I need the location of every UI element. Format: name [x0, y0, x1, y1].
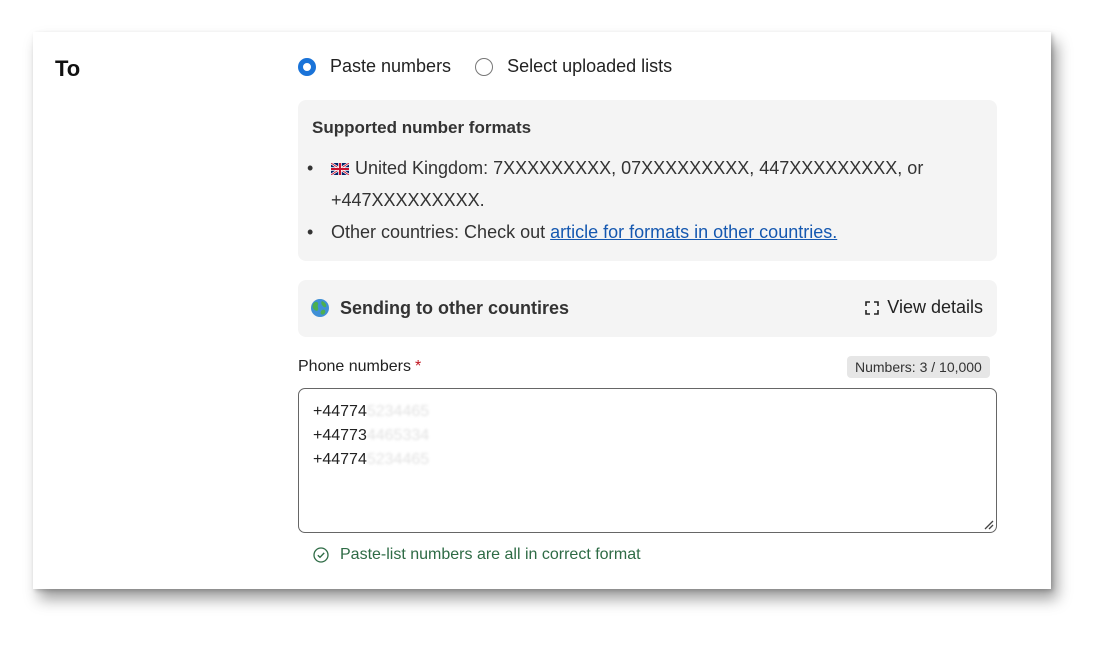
sending-other-countries-label: Sending to other countires [340, 298, 570, 318]
globe-icon [311, 299, 329, 317]
other-countries-item: Other countries: Check out article for f… [331, 216, 837, 248]
view-details-button[interactable]: View details [864, 297, 983, 318]
paste-numbers-radio[interactable] [298, 57, 316, 76]
bullet-dot: • [307, 222, 314, 242]
formats-title: Supported number formats [312, 118, 532, 137]
supported-formats-panel: Supported number formats • United Kingdo… [298, 100, 997, 261]
phone-numbers-textarea[interactable]: +447745234465 +447734465334 +44774523446… [298, 388, 997, 533]
recipients-card: To Paste numbers Select uploaded lists S… [33, 32, 1051, 589]
other-countries-text: Other countries: Check out [331, 222, 551, 242]
uk-format-item: United Kingdom: 7XXXXXXXXX, 07XXXXXXXXX,… [331, 152, 923, 184]
numbers-count-badge: Numbers: 3 / 10,000 [847, 356, 990, 378]
phone-number-redacted: 4465334 [366, 427, 430, 444]
uk-flag-icon [331, 163, 349, 175]
view-details-label[interactable]: View details [887, 297, 983, 318]
uploaded-lists-label[interactable]: Select uploaded lists [507, 56, 672, 77]
phone-number-visible: +44774 [313, 403, 367, 420]
required-marker: * [414, 358, 422, 375]
bullet-dot: • [307, 158, 314, 178]
uk-format-line2: +447XXXXXXXXX. [331, 190, 485, 210]
validation-message: Paste-list numbers are all in correct fo… [340, 546, 641, 563]
phone-numbers-label: Phone numbers * [298, 358, 421, 376]
expand-icon [865, 300, 880, 315]
resize-handle-icon[interactable] [982, 518, 994, 530]
phone-number-visible: +44773 [313, 427, 367, 444]
validation-status: Paste-list numbers are all in correct fo… [313, 546, 641, 564]
phone-number-line: +447745234465 [313, 448, 982, 472]
sending-other-countries-panel[interactable]: Sending to other countires View details [298, 280, 997, 337]
paste-numbers-option[interactable]: Paste numbers [298, 56, 451, 77]
phone-number-redacted: 5234465 [366, 451, 430, 468]
uploaded-lists-radio[interactable] [475, 57, 494, 76]
paste-numbers-label[interactable]: Paste numbers [330, 56, 451, 77]
uk-format-line1: United Kingdom: 7XXXXXXXXX, 07XXXXXXXXX,… [355, 158, 924, 178]
phone-number-redacted: 5234465 [366, 403, 430, 420]
uploaded-lists-option[interactable]: Select uploaded lists [475, 56, 672, 77]
phone-numbers-label-text: Phone numbers [298, 358, 411, 375]
formats-article-link[interactable]: article for formats in other countries. [550, 222, 837, 242]
phone-number-visible: +44774 [313, 451, 367, 468]
recipient-mode-group: Paste numbers Select uploaded lists [298, 56, 696, 77]
phone-number-line: +447745234465 [313, 400, 982, 424]
to-section-label: To [55, 56, 81, 81]
phone-number-line: +447734465334 [313, 424, 982, 448]
check-circle-icon [313, 547, 329, 563]
